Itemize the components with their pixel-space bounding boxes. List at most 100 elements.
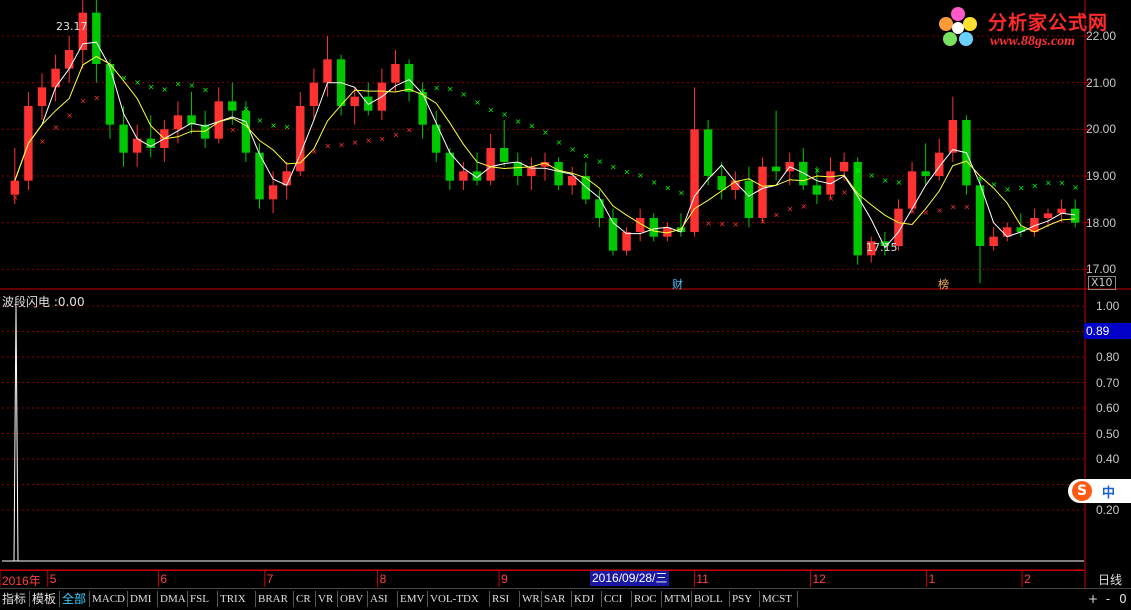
candle-body — [228, 101, 237, 111]
candle-body — [622, 232, 631, 251]
sar-dot: × — [1031, 181, 1038, 190]
candle-body — [486, 148, 495, 181]
candle-body — [323, 59, 332, 83]
sar-dot: × — [950, 203, 957, 212]
tab-kdj[interactable]: KDJ — [572, 591, 602, 607]
candle-body — [1057, 208, 1066, 214]
sar-dot: × — [243, 105, 250, 114]
candle-body — [921, 171, 930, 176]
tab-mcst[interactable]: MCST — [760, 591, 798, 607]
sar-dot: × — [257, 116, 264, 125]
indicator-tick-label: 0.40 — [1096, 452, 1120, 466]
tab-boll[interactable]: BOLL — [692, 591, 730, 607]
control-minus[interactable]: - — [1101, 591, 1115, 607]
sar-dot: × — [501, 110, 508, 119]
tab-obv[interactable]: OBV — [338, 591, 368, 607]
tab-指标[interactable]: 指标 — [0, 591, 30, 607]
cursor-date-label: 2016/09/28/三 — [590, 571, 670, 586]
control-zero[interactable]: 0 — [1116, 591, 1130, 607]
kline-chart-area[interactable]: × × × × × × × × × × × × × × × × × × × × × × × × × × × × × × × × × × × × × × × ×… — [0, 0, 1131, 609]
sar-dot: × — [365, 136, 372, 145]
period-label[interactable]: 日线 — [1098, 571, 1122, 588]
sar-dot: × — [80, 97, 87, 106]
tab-rsi[interactable]: RSI — [490, 591, 520, 607]
month-label: 2016年 — [2, 574, 41, 588]
tab-模板[interactable]: 模板 — [30, 591, 60, 607]
sar-dot: × — [705, 219, 712, 228]
sar-dot: × — [1059, 179, 1066, 188]
candle-body — [1016, 227, 1026, 232]
sar-dot: × — [651, 178, 658, 187]
candle-body — [690, 129, 699, 232]
date-axis: 2016年 5 6 7 8 9 11 12 1 2 — [0, 570, 1085, 588]
candle-body — [649, 218, 658, 237]
sar-dot: × — [800, 202, 807, 211]
sar-dot: × — [1045, 179, 1052, 188]
month-label: 8 — [379, 572, 387, 586]
sar-dot: × — [556, 138, 563, 147]
sar-dot: × — [229, 126, 236, 135]
sar-dot: × — [134, 78, 141, 87]
sar-dot: × — [1004, 185, 1011, 194]
sar-dot: × — [923, 208, 930, 217]
indicator-current-value: 0.89 — [1084, 323, 1131, 339]
tab-emv[interactable]: EMV — [398, 591, 428, 607]
tab-cr[interactable]: CR — [294, 591, 316, 607]
tab-roc[interactable]: ROC — [632, 591, 662, 607]
tab-psy[interactable]: PSY — [730, 591, 760, 607]
sar-dot: × — [324, 141, 331, 150]
tab-fsl[interactable]: FSL — [188, 591, 218, 607]
candle-body — [350, 96, 359, 106]
sar-dot: × — [406, 125, 413, 134]
sar-dot: × — [202, 85, 209, 94]
tab-dmi[interactable]: DMI — [128, 591, 158, 607]
event-marker-ranking[interactable]: 榜 — [938, 276, 949, 292]
candle-body — [975, 185, 985, 246]
sar-dot: × — [719, 219, 726, 228]
kline-chart[interactable]: × × × × × × × × × × × × × × × × × × × × × × × × × × × × × × × × × × × × × × × ×… — [0, 0, 1131, 609]
sar-dot: × — [1072, 183, 1079, 192]
sar-dot: × — [338, 141, 345, 150]
tab-mtm[interactable]: MTM — [662, 591, 692, 607]
sar-dot: × — [39, 137, 46, 146]
tab-brar[interactable]: BRAR — [256, 591, 294, 607]
sar-dot: × — [882, 176, 889, 185]
sar-dot: × — [610, 163, 617, 172]
price-tick-label: 22.00 — [1086, 29, 1117, 43]
tab-macd[interactable]: MACD — [90, 591, 128, 607]
price-tick-label: 19.00 — [1086, 169, 1117, 183]
indicator-tick-label: 0.20 — [1096, 503, 1120, 517]
month-label: 11 — [696, 572, 709, 586]
sar-dot: × — [189, 81, 196, 90]
sar-dot: × — [542, 128, 549, 137]
tab-cci[interactable]: CCI — [602, 591, 632, 607]
ime-mode-label[interactable]: 中 — [1102, 482, 1115, 501]
candle-body — [554, 162, 563, 186]
month-label: 2 — [1024, 572, 1031, 586]
sogou-icon[interactable]: S — [1072, 481, 1092, 501]
high-price-label: 23.17 — [56, 20, 88, 33]
tab-vr[interactable]: VR — [316, 591, 338, 607]
tab-asi[interactable]: ASI — [368, 591, 398, 607]
sar-dot: × — [637, 171, 644, 180]
candle-body — [799, 162, 808, 186]
tab-全部[interactable]: 全部 — [60, 591, 90, 607]
sar-dot: × — [148, 83, 155, 92]
event-marker-finance[interactable]: 财 — [672, 276, 683, 292]
indicator-tab-bar: 指标 模板 全部 MACD DMI DMA FSL TRIX BRAR CR VR OBV ASI EMV… — [0, 588, 1131, 610]
tab-vol-tdx[interactable]: VOL-TDX — [428, 591, 490, 607]
sar-dot: × — [352, 138, 359, 147]
tab-wr[interactable]: WR — [520, 591, 542, 607]
sar-dot: × — [977, 174, 984, 183]
ma-line — [14, 41, 1076, 249]
control-plus[interactable]: + — [1086, 591, 1100, 607]
sar-dot: × — [692, 218, 699, 227]
tab-sar[interactable]: SAR — [542, 591, 572, 607]
sar-dot: × — [66, 111, 73, 120]
candle-body — [64, 50, 74, 69]
tab-trix[interactable]: TRIX — [218, 591, 256, 607]
sar-dot: × — [732, 220, 739, 229]
tab-dma[interactable]: DMA — [158, 591, 188, 607]
indicator-tick-label: 0.50 — [1096, 426, 1120, 441]
month-label: 12 — [812, 572, 826, 586]
